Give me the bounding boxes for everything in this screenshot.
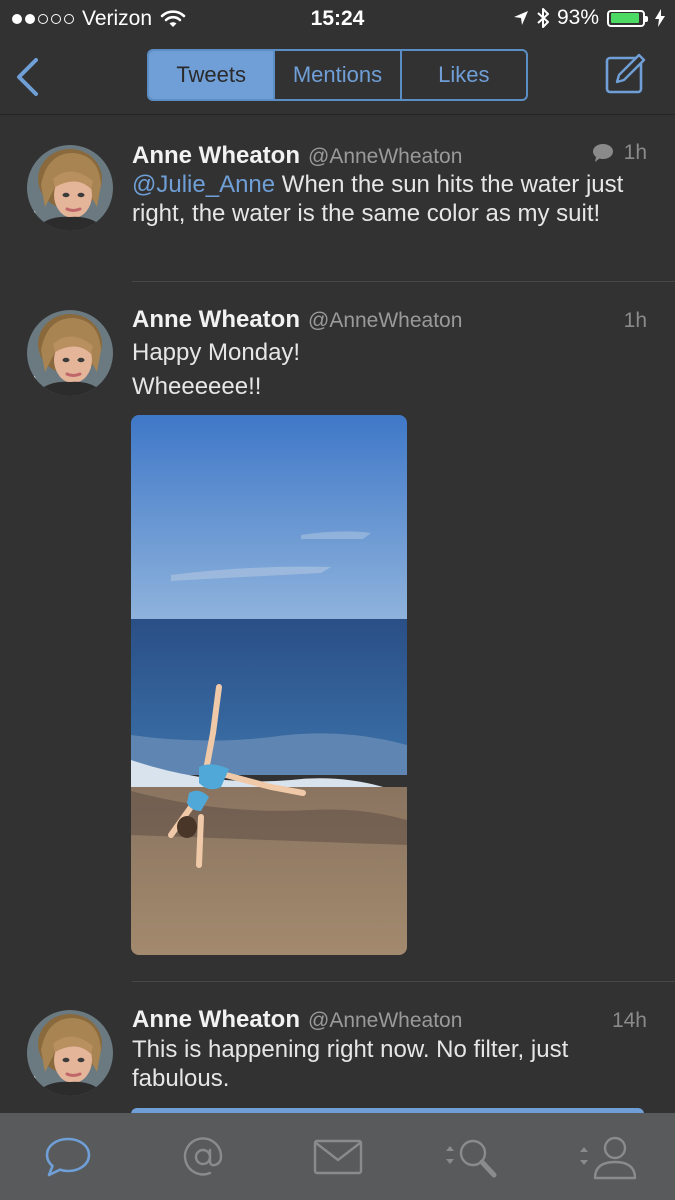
tweet-meta: 1h (624, 309, 647, 333)
at-sign-icon (183, 1136, 222, 1176)
tab-search[interactable] (405, 1113, 540, 1200)
battery-fill (610, 13, 640, 23)
speech-bubble-icon (592, 144, 613, 162)
author-handle[interactable]: @AnneWheaton (308, 145, 462, 169)
avatar[interactable] (27, 1010, 113, 1096)
search-icon (445, 1139, 496, 1177)
tweet-time: 14h (611, 1009, 647, 1032)
battery-percent: 93% (556, 6, 599, 29)
author-handle[interactable]: @AnneWheaton (308, 1009, 462, 1033)
chevron-left-icon (17, 58, 38, 96)
author-handle[interactable]: @AnneWheaton (308, 309, 462, 333)
tweet-photo[interactable] (131, 415, 407, 955)
avatar[interactable] (27, 310, 113, 396)
tab-timeline[interactable] (0, 1113, 135, 1200)
tweet[interactable]: Anne Wheaton @AnneWheaton 14h This is ha… (0, 982, 675, 1113)
tab-profile[interactable] (540, 1113, 675, 1200)
author-name[interactable]: Anne Wheaton (132, 1006, 300, 1034)
segmented-control: Tweets Mentions Likes (147, 49, 528, 101)
avatar[interactable] (27, 145, 113, 231)
author-name[interactable]: Anne Wheaton (132, 306, 300, 334)
envelope-icon (313, 1139, 362, 1174)
status-bar: Verizon 15:24 93% (0, 0, 675, 38)
mention-link[interactable]: @Julie_Anne (132, 171, 275, 198)
compose-icon (605, 53, 646, 94)
tab-tweets[interactable]: Tweets (149, 51, 274, 99)
profile-icon (579, 1136, 636, 1179)
location-arrow-icon (513, 11, 528, 25)
beach-cartwheel-photo (131, 415, 407, 955)
tweet-text-line: Wheeeeee!! (132, 373, 262, 400)
nav-bar: Tweets Mentions Likes (0, 38, 675, 115)
battery-icon (607, 9, 648, 27)
tweet[interactable]: Anne Wheaton @AnneWheaton 1h @Julie_Anne… (0, 115, 675, 282)
tweet-text: Happy Monday! Wheeeeee!! (132, 336, 632, 404)
tweet-meta: 14h (612, 1009, 647, 1033)
author-name[interactable]: Anne Wheaton (132, 142, 300, 170)
tab-messages[interactable] (270, 1113, 405, 1200)
status-right: 93% (513, 6, 665, 30)
tweet-meta: 1h (592, 141, 647, 165)
tab-mentions-bar[interactable] (135, 1113, 270, 1200)
charging-bolt-icon (655, 9, 665, 27)
tweet-time: 1h (623, 141, 647, 164)
tweet-text-line: Happy Monday! (132, 339, 301, 366)
tweet-text: This is happening right now. No filter, … (132, 1036, 569, 1092)
timeline-bubble-icon (45, 1137, 90, 1176)
bluetooth-icon (537, 8, 549, 28)
tweet-header: Anne Wheaton @AnneWheaton 14h (132, 1006, 647, 1034)
tab-bar (0, 1113, 675, 1200)
tweet-header: Anne Wheaton @AnneWheaton 1h (132, 141, 647, 170)
tab-likes[interactable]: Likes (399, 51, 526, 99)
compose-button[interactable] (605, 52, 647, 94)
back-button[interactable] (10, 56, 50, 98)
tweet-header: Anne Wheaton @AnneWheaton 1h (132, 306, 647, 334)
tab-mentions[interactable]: Mentions (273, 51, 399, 99)
tweet-time: 1h (623, 309, 647, 332)
tweet-text: @Julie_Anne When the sun hits the water … (132, 170, 632, 228)
